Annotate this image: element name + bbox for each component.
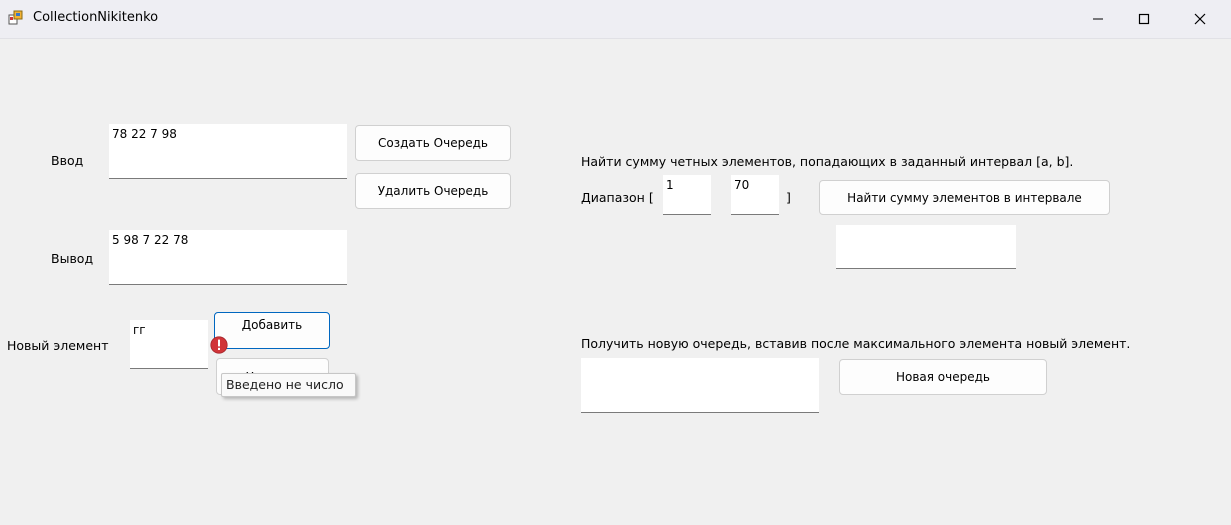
delete-queue-button[interactable]: Удалить Очередь <box>355 173 511 209</box>
range-a-input[interactable]: 1 <box>663 175 711 215</box>
error-icon <box>210 336 228 354</box>
minimize-button[interactable] <box>1075 0 1121 38</box>
new-element-textbox[interactable]: гг <box>130 320 208 369</box>
add-button[interactable]: Добавить <box>214 312 330 349</box>
maximize-button[interactable] <box>1121 0 1167 38</box>
sum-result-textbox[interactable] <box>836 225 1016 269</box>
new-queue-result-textbox[interactable] <box>581 358 819 413</box>
output-textbox[interactable]: 5 98 7 22 78 <box>109 230 347 285</box>
new-element-label: Новый элемент <box>7 338 109 353</box>
range-label: Диапазон [ <box>581 190 654 205</box>
close-icon <box>1194 13 1206 25</box>
new-queue-button[interactable]: Новая очередь <box>839 359 1047 395</box>
range-b-input[interactable]: 70 <box>731 175 779 215</box>
create-queue-button[interactable]: Создать Очередь <box>355 125 511 161</box>
find-sum-button[interactable]: Найти сумму элементов в интервале <box>819 180 1110 215</box>
app-icon <box>8 10 23 25</box>
input-label: Ввод <box>51 153 84 168</box>
insert-task-description: Получить новую очередь, вставив после ма… <box>581 336 1131 351</box>
error-tooltip: Введено не число <box>221 373 356 397</box>
input-textbox[interactable]: 78 22 7 98 <box>109 124 347 179</box>
window-title: CollectionNikitenko <box>33 10 159 25</box>
title-bar: CollectionNikitenko <box>0 0 1231 39</box>
output-label: Вывод <box>51 251 94 266</box>
maximize-icon <box>1138 13 1150 25</box>
close-button[interactable] <box>1177 0 1223 38</box>
range-close-bracket: ] <box>786 190 791 205</box>
minimize-icon <box>1093 18 1103 20</box>
sum-task-description: Найти сумму четных элементов, попадающих… <box>581 154 1074 169</box>
